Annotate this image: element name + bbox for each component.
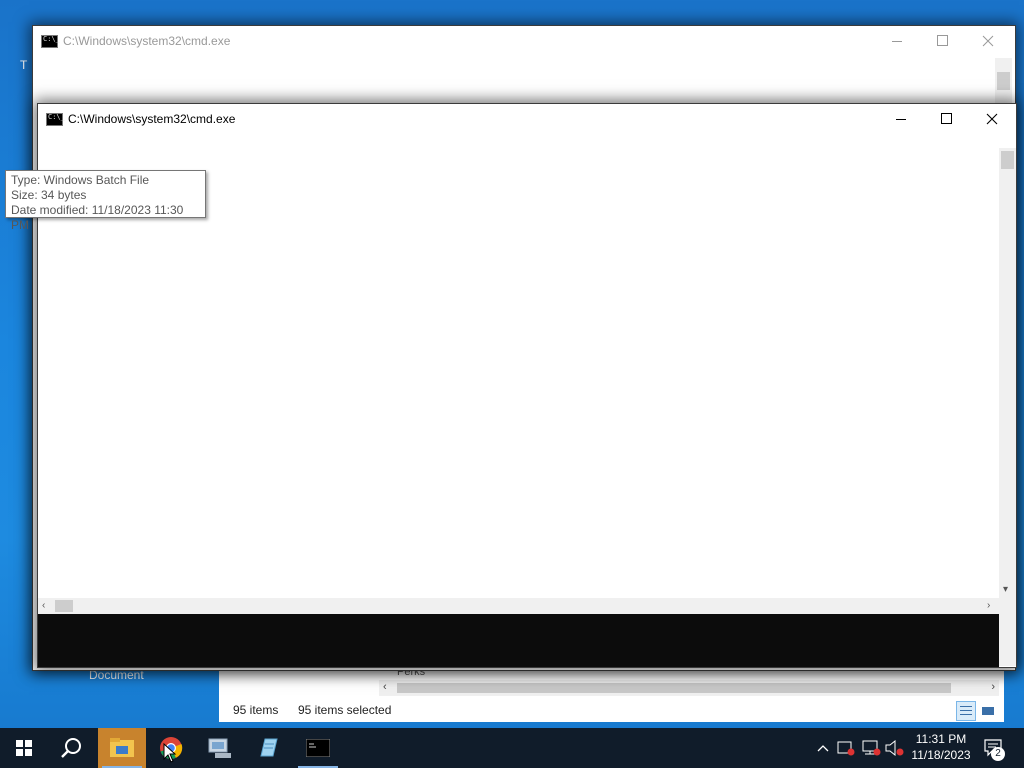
close-icon [982, 35, 994, 47]
volume-muted-icon [885, 740, 904, 756]
details-view-button[interactable] [956, 701, 976, 721]
tray-network[interactable] [860, 728, 882, 768]
taskbar-notepad[interactable] [245, 728, 293, 768]
scroll-down-icon[interactable]: ▾ [1003, 584, 1008, 595]
scrollbar-thumb[interactable] [1001, 151, 1014, 169]
close-button[interactable] [965, 26, 1010, 56]
horizontal-scrollbar[interactable]: ‹ › [38, 598, 999, 614]
taskbar-file-explorer[interactable] [98, 728, 146, 768]
scroll-left-icon[interactable]: ‹ [383, 681, 387, 693]
minimize-button[interactable] [879, 104, 924, 134]
cmd-app-icon [46, 113, 65, 126]
notepad-icon [260, 738, 278, 757]
taskbar: 11:31 PM 11/18/2023 [0, 728, 1024, 768]
status-bar: 95 items 95 items selected [219, 700, 1004, 722]
scroll-right-icon[interactable]: › [991, 681, 995, 693]
network-icon [862, 740, 881, 756]
network-icon [208, 738, 231, 758]
desktop-edge-text: T [20, 58, 28, 72]
horizontal-scrollbar[interactable]: ‹ › [379, 680, 999, 696]
scrollbar-thumb[interactable] [55, 600, 73, 612]
taskbar-clock[interactable]: 11:31 PM 11/18/2023 [905, 731, 977, 763]
tooltip-type: Type: Windows Batch File [11, 173, 150, 187]
tooltip-date: Date modified: 11/18/2023 11:30 PM [11, 203, 184, 232]
minimize-button[interactable] [875, 26, 920, 56]
scroll-right-icon[interactable]: › [987, 600, 990, 611]
maximize-button[interactable] [924, 104, 969, 134]
selected-count: 95 items selected [298, 703, 392, 717]
file-explorer-icon [110, 738, 134, 757]
tooltip-size: Size: 34 bytes [11, 188, 87, 202]
large-icons-view-button[interactable] [978, 701, 998, 721]
start-icon [16, 740, 32, 756]
taskbar-cmd[interactable] [294, 728, 342, 768]
scrollbar-thumb[interactable] [997, 72, 1010, 90]
window-title: C:\Windows\system32\cmd.exe [68, 112, 236, 126]
desktop-icon-label-document[interactable]: Document [89, 668, 144, 682]
tray-volume[interactable] [884, 728, 906, 768]
search-icon [61, 738, 81, 758]
chevron-up-icon [817, 745, 829, 752]
search-button[interactable] [48, 728, 96, 768]
console-area[interactable] [38, 614, 999, 667]
tray-security[interactable] [836, 728, 856, 768]
title-bar[interactable]: C:\Windows\system32\cmd.exe [33, 26, 1015, 56]
cmd-icon [306, 739, 330, 757]
vertical-scrollbar[interactable]: ▾ [999, 148, 1016, 666]
title-bar[interactable]: C:\Windows\system32\cmd.exe [38, 104, 1016, 134]
window-title: C:\Windows\system32\cmd.exe [63, 34, 231, 48]
security-icon [837, 741, 855, 756]
mouse-cursor-icon [163, 743, 177, 763]
scroll-left-icon[interactable]: ‹ [42, 600, 45, 611]
taskbar-network-app[interactable] [196, 728, 244, 768]
show-hidden-icons-button[interactable] [814, 728, 832, 768]
start-button[interactable] [0, 728, 48, 768]
file-explorer-window: Perks ‹ › 95 items 95 items selected [219, 664, 1004, 722]
maximize-button[interactable] [920, 26, 965, 56]
clock-time: 11:31 PM [915, 732, 967, 746]
file-tooltip: Type: Windows Batch File Size: 34 bytes … [5, 170, 206, 232]
clock-date: 11/18/2023 [911, 748, 971, 762]
close-button[interactable] [969, 104, 1014, 134]
close-icon [986, 113, 998, 125]
scrollbar-thumb[interactable] [397, 683, 951, 693]
item-count: 95 items [233, 703, 279, 717]
cmd-app-icon [41, 35, 60, 48]
notification-count-badge: 2 [991, 747, 1005, 761]
